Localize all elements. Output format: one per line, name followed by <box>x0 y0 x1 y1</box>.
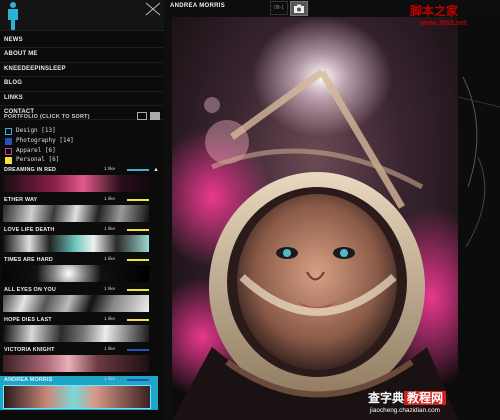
item-likes: 1 like <box>104 347 116 352</box>
item-likes: 1 like <box>104 167 116 172</box>
item-likes: 1 like <box>104 197 116 202</box>
sidebar: NEWS ABOUT ME KNEEDEEPINSLEEP BLOG LINKS… <box>0 0 164 420</box>
category-design[interactable]: Design [13] <box>5 126 74 136</box>
item-likes: 1 like <box>104 227 116 232</box>
portfolio-item-all-eyes-on-you[interactable]: ALL EYES ON YOU 1 like <box>0 286 158 314</box>
logo-bar <box>0 0 164 31</box>
nav-item-about[interactable]: ABOUT ME <box>0 48 164 63</box>
watermark-top: 脚本之家 <box>410 4 459 18</box>
background-decoration <box>458 17 500 420</box>
camera-button[interactable] <box>290 1 308 16</box>
nav-item-links[interactable]: LINKS <box>0 92 164 106</box>
close-icon[interactable] <box>144 2 162 16</box>
portfolio-item-andrea-morris[interactable]: ANDREA MORRIS 1 like <box>0 376 158 410</box>
item-category-bar <box>127 379 149 381</box>
nav-item-blog[interactable]: BLOG <box>0 77 164 92</box>
category-swatch <box>5 137 12 145</box>
item-category-bar <box>127 349 149 351</box>
category-personal[interactable]: Personal [6] <box>5 155 74 165</box>
portfolio-heading[interactable]: PORTFOLIO (CLICK TO SORT) <box>4 114 90 120</box>
item-likes: 1 like <box>104 257 116 262</box>
item-category-bar <box>127 199 149 201</box>
nav-item-news[interactable]: NEWS <box>0 34 164 49</box>
item-thumbnail <box>3 355 149 372</box>
item-thumbnail <box>3 235 149 252</box>
item-title: DREAMING IN RED <box>4 167 57 173</box>
item-likes: 1 like <box>104 317 116 322</box>
category-photography[interactable]: Photography [14] <box>5 136 74 146</box>
portfolio-item-times-are-hard[interactable]: TIMES ARE HARD 1 like <box>0 256 158 284</box>
category-label: Personal [6] <box>16 156 60 164</box>
main-nav: NEWS ABOUT ME KNEEDEEPINSLEEP BLOG LINKS… <box>0 34 164 121</box>
portfolio-item-hope-dies-last[interactable]: HOPE DIES LAST 1 like <box>0 316 158 344</box>
item-thumbnail <box>3 205 149 222</box>
logo-figure-icon[interactable] <box>2 0 24 30</box>
project-title: ANDREA MORRIS <box>170 3 226 9</box>
category-swatch <box>5 147 12 155</box>
item-category-bar <box>127 169 149 171</box>
item-category-bar <box>127 259 149 261</box>
item-title: TIMES ARE HARD <box>4 257 54 263</box>
camera-icon <box>294 4 304 13</box>
item-thumbnail <box>3 325 149 342</box>
item-thumbnail <box>3 265 149 282</box>
item-category-bar <box>127 319 149 321</box>
category-label: Apparel [6] <box>16 146 56 154</box>
category-swatch <box>5 157 12 165</box>
item-thumbnail <box>3 295 149 312</box>
item-title: ANDREA MORRIS <box>4 377 53 383</box>
category-label: Photography [14] <box>16 136 74 144</box>
list-view-icon[interactable] <box>150 112 160 120</box>
item-thumbnail <box>3 385 151 409</box>
portfolio-item-love-life-death[interactable]: LOVE LIFE DEATH 1 like <box>0 226 158 254</box>
category-apparel[interactable]: Apparel [6] <box>5 146 74 156</box>
item-title: ALL EYES ON YOU <box>4 287 56 293</box>
item-title: HOPE DIES LAST <box>4 317 52 323</box>
category-list: Design [13] Photography [14] Apparel [6]… <box>5 126 74 165</box>
watermark-bottom-url: jiaocheng.chazidian.com <box>370 407 440 414</box>
item-title: LOVE LIFE DEATH <box>4 227 55 233</box>
item-title: ETHER WAY <box>4 197 38 203</box>
item-category-bar <box>127 289 149 291</box>
watermark-top-url: www.Jb51.net <box>420 20 467 27</box>
nav-item-kneedeepinsleep[interactable]: KNEEDEEPINSLEEP <box>0 63 164 78</box>
main-photo <box>172 17 458 420</box>
item-category-bar <box>127 229 149 231</box>
item-likes: 1 like <box>104 287 116 292</box>
image-counter: 08-1 <box>270 1 288 15</box>
view-toggle <box>137 112 161 120</box>
item-thumbnail <box>3 175 149 192</box>
item-likes: 1 like <box>104 377 116 382</box>
portfolio-item-dreaming-in-red[interactable]: DREAMING IN RED 1 like <box>0 166 158 194</box>
watermark-bottom: 查字典 教程网 <box>368 389 447 406</box>
category-label: Design [13] <box>16 127 56 134</box>
portfolio-item-ether-way[interactable]: ETHER WAY 1 like <box>0 196 158 224</box>
item-title: VICTORIA KNIGHT <box>4 347 55 353</box>
portfolio-item-victoria-knight[interactable]: VICTORIA KNIGHT 1 like <box>0 346 158 374</box>
grid-view-icon[interactable] <box>137 112 147 120</box>
category-swatch <box>5 128 12 135</box>
watermark-bottom-b: 教程网 <box>404 391 447 405</box>
watermark-bottom-a: 查字典 <box>368 391 405 405</box>
